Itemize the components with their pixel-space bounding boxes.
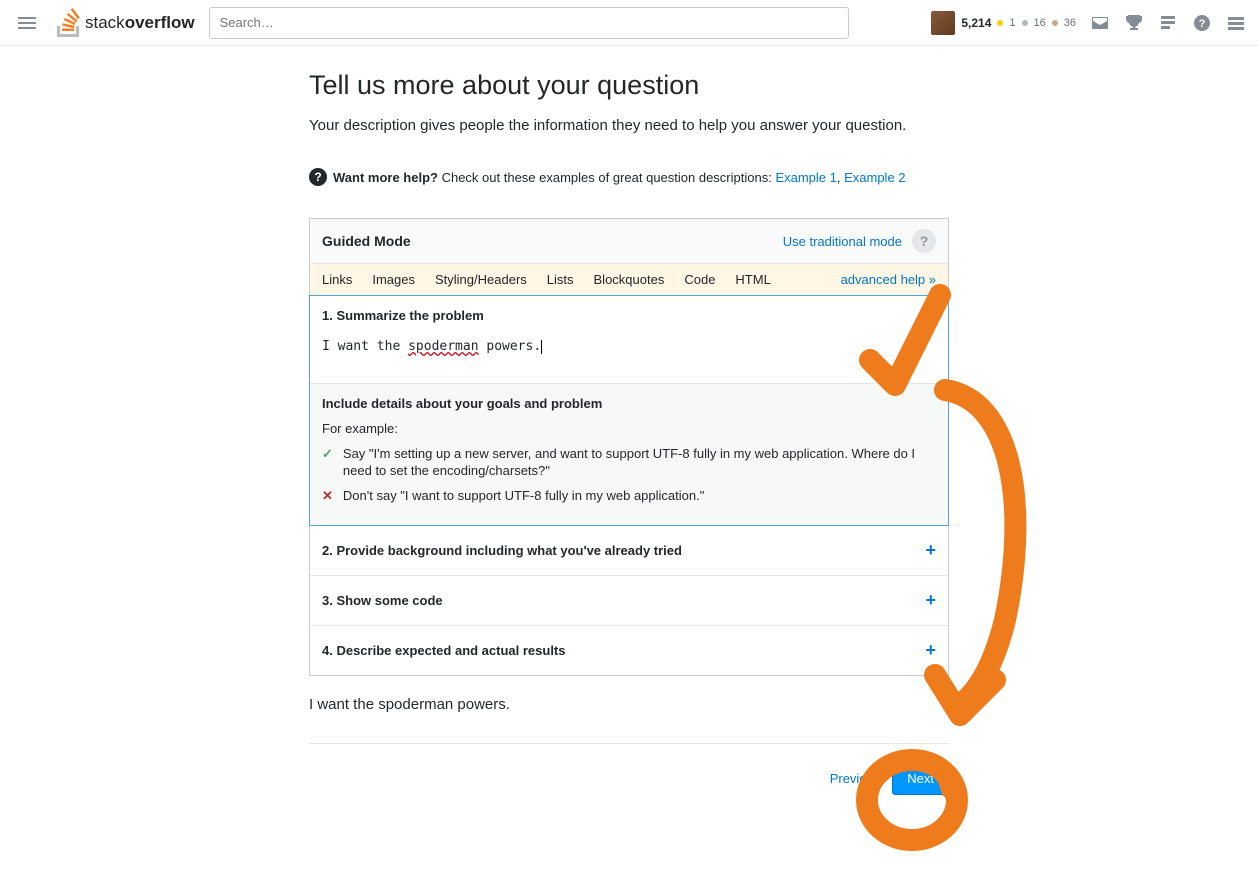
toolbar-images[interactable]: Images [372, 272, 415, 287]
check-icon: ✓ [322, 446, 333, 480]
step-4[interactable]: 4. Describe expected and actual results … [310, 625, 948, 675]
mode-help-icon[interactable]: ? [912, 229, 936, 253]
gold-badge-icon [997, 20, 1003, 26]
menu-icon[interactable] [12, 11, 42, 35]
page-title: Tell us more about your question [309, 70, 949, 101]
toolbar-html[interactable]: HTML [735, 272, 770, 287]
page-subtitle: Your description gives people the inform… [309, 115, 949, 136]
bronze-badge-icon [1052, 20, 1058, 26]
previous-link[interactable]: Previous [830, 771, 881, 786]
guided-mode-label: Guided Mode [322, 233, 411, 249]
help-circle-icon: ? [309, 168, 327, 186]
want-more-help: Want more help? [333, 170, 438, 185]
expand-icon: + [925, 640, 936, 661]
step-1-title: 1. Summarize the problem [322, 308, 936, 323]
badges: 1 16 36 [997, 17, 1076, 29]
preview-text: I want the spoderman powers. [309, 696, 949, 713]
traditional-mode-link[interactable]: Use traditional mode [783, 234, 902, 249]
editor-box: Guided Mode Use traditional mode ? Links… [309, 218, 949, 676]
logo[interactable]: stackoverflow [50, 8, 201, 38]
advanced-help-link[interactable]: advanced help » [841, 272, 936, 287]
toolbar-styling[interactable]: Styling/Headers [435, 272, 527, 287]
reputation: 5,214 [961, 16, 991, 30]
main-content: Tell us more about your question Your de… [309, 46, 949, 819]
search-box [209, 7, 849, 39]
user-info[interactable]: 5,214 1 16 36 [931, 11, 1076, 35]
expand-icon: + [925, 540, 936, 561]
svg-text:?: ? [1199, 18, 1206, 30]
step-3[interactable]: 3. Show some code + [310, 575, 948, 625]
help-line: ? Want more help? Check out these exampl… [309, 168, 949, 186]
site-switcher-icon[interactable] [1226, 14, 1246, 32]
achievements-icon[interactable] [1124, 14, 1144, 32]
hint-good: ✓Say "I'm setting up a new server, and w… [322, 446, 936, 480]
toolbar-blockquotes[interactable]: Blockquotes [594, 272, 665, 287]
cross-icon: ✕ [322, 488, 333, 505]
inbox-icon[interactable] [1090, 14, 1110, 32]
hint-bad: ✕Don't say "I want to support UTF-8 full… [322, 488, 936, 505]
next-button[interactable]: Next [892, 762, 949, 795]
review-icon[interactable] [1158, 14, 1178, 32]
help-icon[interactable]: ? [1192, 14, 1212, 32]
avatar [931, 11, 955, 35]
editor-toolbar: Links Images Styling/Headers Lists Block… [310, 264, 948, 296]
step-2[interactable]: 2. Provide background including what you… [310, 525, 948, 575]
footer-nav: Previous Next [309, 743, 949, 795]
expand-icon: + [925, 590, 936, 611]
topbar-right: 5,214 1 16 36 ? [931, 11, 1246, 35]
toolbar-links[interactable]: Links [322, 272, 352, 287]
topbar: stackoverflow 5,214 1 16 36 ? [0, 0, 1258, 46]
problem-input[interactable]: I want the spoderman powers. [322, 333, 936, 373]
mode-bar: Guided Mode Use traditional mode ? [310, 219, 948, 264]
search-input[interactable] [209, 7, 849, 39]
toolbar-code[interactable]: Code [684, 272, 715, 287]
hints-for-example: For example: [322, 421, 936, 436]
toolbar-lists[interactable]: Lists [547, 272, 574, 287]
step-1: 1. Summarize the problem I want the spod… [309, 295, 949, 526]
silver-badge-icon [1022, 20, 1028, 26]
logo-text: stackoverflow [85, 13, 195, 33]
example-1-link[interactable]: Example 1 [775, 170, 836, 185]
hints-title: Include details about your goals and pro… [322, 396, 936, 411]
stackoverflow-icon [56, 8, 81, 38]
example-2-link[interactable]: Example 2 [844, 170, 905, 185]
hints-panel: Include details about your goals and pro… [310, 383, 948, 525]
